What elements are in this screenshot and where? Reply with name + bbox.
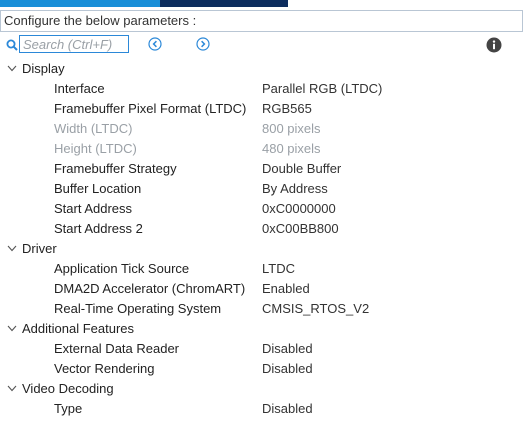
category-label: Additional Features: [22, 321, 135, 336]
parameter-row[interactable]: Vector Rendering Disabled: [0, 359, 523, 379]
category-row[interactable]: Additional Features: [0, 319, 523, 339]
parameter-name: Width (LTDC): [54, 121, 133, 136]
parameter-name: DMA2D Accelerator (ChromART): [54, 281, 246, 296]
parameters-header-label: Configure the below parameters :: [4, 13, 197, 28]
parameter-value[interactable]: Disabled: [262, 399, 313, 419]
category-label: Video Decoding: [22, 381, 114, 396]
circle-right-icon[interactable]: [196, 37, 210, 51]
parameter-name: Real-Time Operating System: [54, 301, 222, 316]
parameter-row[interactable]: Type Disabled: [0, 399, 523, 419]
parameter-row[interactable]: Height (LTDC) 480 pixels: [0, 139, 523, 159]
category-row[interactable]: Video Decoding: [0, 379, 523, 399]
window-top-bar: [0, 0, 523, 7]
parameter-row[interactable]: Application Tick Source LTDC: [0, 259, 523, 279]
parameter-row[interactable]: Framebuffer Strategy Double Buffer: [0, 159, 523, 179]
parameter-value[interactable]: LTDC: [262, 259, 295, 279]
parameter-tree: Display Interface Parallel RGB (LTDC) Frame…: [0, 59, 523, 419]
parameter-value[interactable]: Double Buffer: [262, 159, 341, 179]
parameter-name: Framebuffer Pixel Format (LTDC): [54, 101, 247, 116]
parameter-value[interactable]: Disabled: [262, 359, 313, 379]
tab-strip-dark[interactable]: [160, 0, 288, 7]
chevron-down-icon[interactable]: [7, 245, 17, 252]
search-toolbar: [0, 34, 523, 56]
parameter-row[interactable]: Width (LTDC) 800 pixels: [0, 119, 523, 139]
parameter-name: Type: [54, 401, 83, 416]
parameter-row[interactable]: Start Address 2 0xC00BB800: [0, 219, 523, 239]
parameter-name: Framebuffer Strategy: [54, 161, 177, 176]
parameter-value[interactable]: By Address: [262, 179, 328, 199]
parameter-value[interactable]: RGB565: [262, 99, 312, 119]
chevron-down-icon[interactable]: [7, 325, 17, 332]
parameter-value[interactable]: 800 pixels: [262, 119, 321, 139]
parameters-header: Configure the below parameters :: [0, 10, 523, 32]
parameter-value[interactable]: 480 pixels: [262, 139, 321, 159]
parameter-value[interactable]: CMSIS_RTOS_V2: [262, 299, 369, 319]
parameter-name: Interface: [54, 81, 105, 96]
parameter-row[interactable]: Interface Parallel RGB (LTDC): [0, 79, 523, 99]
parameter-row[interactable]: Start Address 0xC0000000: [0, 199, 523, 219]
active-tab-strip[interactable]: [0, 0, 160, 7]
parameter-value[interactable]: 0xC0000000: [262, 199, 336, 219]
category-row[interactable]: Display: [0, 59, 523, 79]
category-label: Driver: [22, 241, 57, 256]
parameter-row[interactable]: Buffer Location By Address: [0, 179, 523, 199]
search-icon[interactable]: [6, 39, 18, 51]
parameter-name: External Data Reader: [54, 341, 180, 356]
parameter-name: Buffer Location: [54, 181, 142, 196]
category-label: Display: [22, 61, 65, 76]
info-icon[interactable]: [486, 37, 502, 53]
parameter-value[interactable]: Parallel RGB (LTDC): [262, 79, 382, 99]
category-row[interactable]: Driver: [0, 239, 523, 259]
parameter-row[interactable]: External Data Reader Disabled: [0, 339, 523, 359]
parameter-row[interactable]: Framebuffer Pixel Format (LTDC) RGB565: [0, 99, 523, 119]
parameter-value[interactable]: Disabled: [262, 339, 313, 359]
parameter-name: Start Address 2: [54, 221, 143, 236]
chevron-down-icon[interactable]: [7, 385, 17, 392]
parameter-row[interactable]: DMA2D Accelerator (ChromART) Enabled: [0, 279, 523, 299]
parameter-value[interactable]: 0xC00BB800: [262, 219, 339, 239]
parameter-value[interactable]: Enabled: [262, 279, 310, 299]
parameter-name: Height (LTDC): [54, 141, 137, 156]
parameter-name: Vector Rendering: [54, 361, 155, 376]
chevron-down-icon[interactable]: [7, 65, 17, 72]
parameter-name: Application Tick Source: [54, 261, 190, 276]
parameter-name: Start Address: [54, 201, 133, 216]
circle-left-icon[interactable]: [148, 37, 162, 51]
search-input[interactable]: [19, 35, 129, 53]
parameter-row[interactable]: Real-Time Operating System CMSIS_RTOS_V2: [0, 299, 523, 319]
